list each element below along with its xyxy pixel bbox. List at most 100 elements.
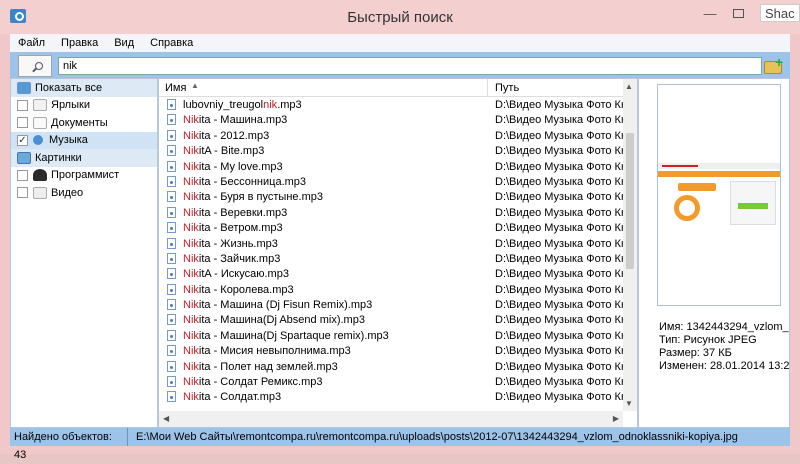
column-divider[interactable] — [487, 79, 488, 97]
category-shortcuts[interactable]: Ярлыки — [11, 97, 157, 115]
scroll-up-icon[interactable]: ▲ — [625, 82, 633, 91]
table-row[interactable]: Nikita - Зайчик.mp3 D:\Видео Музыка Фото … — [159, 251, 637, 266]
file-name-suffix: ita - Мисия невыполнима.mp3 — [198, 345, 351, 358]
file-name-suffix: ita - Солдат Ремикс.mp3 — [198, 376, 323, 389]
category-pictures[interactable]: Картинки — [11, 149, 157, 167]
audio-file-icon — [167, 268, 176, 280]
search-button[interactable] — [18, 55, 52, 77]
minimize-button[interactable]: — — [698, 4, 722, 24]
category-show-all[interactable]: Показать все — [11, 79, 157, 97]
maximize-button[interactable] — [726, 4, 750, 24]
scroll-left-icon[interactable]: ◀ — [163, 414, 169, 423]
table-row[interactable]: Nikita - Солдат.mp3 D:\Видео Музыка Фото … — [159, 389, 637, 404]
file-path: D:\Видео Музыка Фото Книги — [495, 206, 631, 219]
column-header-path[interactable]: Путь — [495, 82, 519, 94]
title-bar[interactable]: Быстрый поиск — Shac — [0, 0, 800, 34]
file-info-size: Размер: 37 КБ — [659, 347, 732, 359]
audio-file-icon — [167, 360, 176, 372]
status-count: Найдено объектов: 43 — [10, 428, 128, 461]
scroll-thumb[interactable] — [626, 133, 634, 269]
table-row[interactable]: Nikita - Машина (Dj Fisun Remix).mp3 D:\В… — [159, 297, 637, 312]
file-path: D:\Видео Музыка Фото Книги — [495, 175, 631, 188]
category-panel: Показать все Ярлыки Документы ✓ Музыка К… — [10, 78, 158, 428]
file-path: D:\Видео Музыка Фото Книги — [495, 360, 631, 373]
maximize-icon — [732, 9, 744, 18]
match-highlight: Nik — [183, 114, 199, 127]
file-path: D:\Видео Музыка Фото Книги — [495, 99, 631, 111]
scroll-down-icon[interactable]: ▼ — [625, 399, 633, 408]
menu-bar: Файл Правка Вид Справка — [10, 34, 790, 52]
file-name: Nikita - My love.mp3 — [183, 161, 283, 173]
video-icon — [33, 186, 47, 199]
table-row[interactable]: NikitA - Искусаю.mp3 D:\Видео Музыка Фото… — [159, 266, 637, 281]
thumb-red-line — [662, 165, 698, 167]
thumb-badge — [678, 183, 716, 191]
category-label: Ярлыки — [51, 99, 90, 112]
file-name-suffix: ita - Буря в пустыне.mp3 — [198, 191, 323, 204]
status-bar: Найдено объектов: 43 E:\Мои Web Сайты\re… — [10, 428, 790, 461]
file-name-suffix: .mp3 — [277, 99, 302, 111]
table-row[interactable]: Nikita - Бессонница.mp3 D:\Видео Музыка Ф… — [159, 174, 637, 189]
add-folder-button[interactable]: + — [762, 54, 786, 77]
table-row[interactable]: Nikita - Ветром.mp3 D:\Видео Музыка Фото … — [159, 220, 637, 235]
table-row[interactable]: NikitA - Bite.mp3 D:\Видео Музыка Фото Кн… — [159, 143, 637, 158]
file-path: D:\Видео Музыка Фото Книги — [495, 191, 631, 204]
table-row[interactable]: Nikita - Буря в пустыне.mp3 D:\Видео Музы… — [159, 189, 637, 204]
audio-file-icon — [167, 206, 176, 218]
file-name: Nikita - 2012.mp3 — [183, 130, 269, 142]
table-row[interactable]: Nikita - Машина(Dj Absend mix).mp3 D:\Вид… — [159, 312, 637, 327]
scroll-right-icon[interactable]: ▶ — [613, 414, 619, 423]
file-name: Nikita - Жизнь.mp3 — [183, 238, 278, 250]
category-label: Показать все — [35, 81, 103, 94]
audio-file-icon — [167, 99, 176, 110]
table-row[interactable]: Nikita - 2012.mp3 D:\Видео Музыка Фото Кн… — [159, 128, 637, 143]
preview-thumbnail[interactable] — [657, 84, 781, 306]
audio-file-icon — [167, 329, 176, 341]
category-checkbox-checked[interactable]: ✓ — [17, 134, 28, 146]
menu-file[interactable]: Файл — [10, 37, 53, 49]
file-path: D:\Видео Музыка Фото Книги — [495, 222, 631, 235]
table-row[interactable]: Nikita - Королева.mp3 D:\Видео Музыка Фот… — [159, 282, 637, 297]
category-checkbox[interactable] — [17, 169, 28, 181]
search-input[interactable] — [58, 57, 762, 75]
column-header-name[interactable]: Имя — [165, 82, 186, 94]
category-checkbox[interactable] — [17, 117, 28, 129]
vertical-scrollbar[interactable]: ▲ ▼ — [623, 79, 637, 411]
category-checkbox[interactable] — [17, 99, 28, 111]
file-name: NikitA - Искусаю.mp3 — [183, 268, 289, 280]
file-path: D:\Видео Музыка Фото Книги — [495, 145, 631, 158]
table-row[interactable]: Nikita - Машина.mp3 D:\Видео Музыка Фото … — [159, 112, 637, 127]
file-path: D:\Видео Музыка Фото Книги — [495, 237, 631, 250]
menu-help[interactable]: Справка — [142, 37, 201, 49]
audio-file-icon — [167, 129, 176, 141]
table-row[interactable]: lubovniy_treugolnik.mp3 D:\Видео Музыка Ф… — [159, 97, 637, 112]
table-row[interactable]: Nikita - Полет над землей.mp3 D:\Видео Му… — [159, 359, 637, 374]
table-row[interactable]: Nikita - My love.mp3 D:\Видео Музыка Фото… — [159, 159, 637, 174]
file-name: Nikita - Королева.mp3 — [183, 284, 294, 296]
table-row[interactable]: Nikita - Машина(Dj Spartaque remix).mp3 D… — [159, 328, 637, 343]
menu-view[interactable]: Вид — [106, 37, 142, 49]
category-checkbox[interactable] — [17, 187, 28, 199]
category-video[interactable]: Видео — [11, 184, 157, 202]
file-name: Nikita - Зайчик.mp3 — [183, 253, 280, 265]
picture-icon — [17, 151, 31, 164]
menu-edit[interactable]: Правка — [53, 37, 106, 49]
table-row[interactable]: Nikita - Мисия невыполнима.mp3 D:\Видео М… — [159, 343, 637, 358]
programmer-icon — [33, 169, 47, 182]
audio-file-icon — [167, 237, 176, 249]
match-highlight: Nik — [183, 314, 199, 327]
file-path: D:\Видео Музыка Фото Книги — [495, 314, 631, 327]
category-programmer[interactable]: Программист — [11, 167, 157, 185]
file-name-suffix: ita - Жизнь.mp3 — [198, 237, 278, 250]
file-name: Nikita - Полет над землей.mp3 — [183, 361, 338, 373]
table-row[interactable]: Nikita - Веревки.mp3 D:\Видео Музыка Фото… — [159, 205, 637, 220]
match-highlight: Nik — [183, 222, 199, 235]
horizontal-scrollbar[interactable]: ◀ ▶ — [159, 411, 623, 427]
audio-file-icon — [167, 345, 176, 357]
category-music[interactable]: ✓ Музыка — [11, 131, 157, 149]
match-highlight: Nik — [183, 175, 199, 188]
table-row[interactable]: Nikita - Солдат Ремикс.mp3 D:\Видео Музык… — [159, 374, 637, 389]
category-label: Видео — [51, 186, 84, 199]
table-row[interactable]: Nikita - Жизнь.mp3 D:\Видео Музыка Фото К… — [159, 236, 637, 251]
category-documents[interactable]: Документы — [11, 114, 157, 132]
